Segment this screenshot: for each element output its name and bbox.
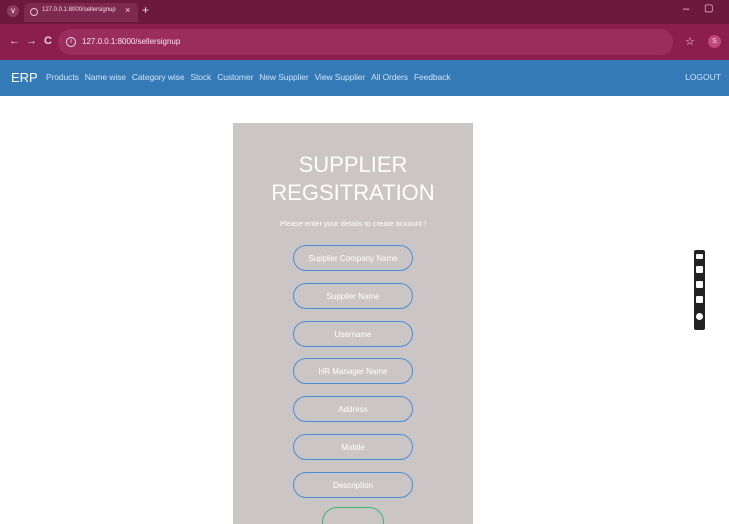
nav-link-view-supplier[interactable]: View Supplier	[315, 72, 366, 82]
camera-icon[interactable]	[696, 266, 703, 273]
minimize-button[interactable]: –	[683, 3, 689, 15]
nav-link-name-wise[interactable]: Name wise	[85, 72, 126, 82]
supplier-registration-form: SUPPLIER REGSITRATION Please enter your …	[233, 123, 473, 524]
tab-title: 127.0.0.1:8000/sellersignup	[42, 7, 116, 13]
mobile-input[interactable]	[293, 434, 413, 460]
brand-logo[interactable]: ERP	[11, 70, 38, 85]
browser-tab-strip: v 127.0.0.1:8000/sellersignup × + – ▢	[0, 0, 729, 24]
app-navbar: ERP Products Name wise Category wise Sto…	[0, 60, 729, 96]
tab-close-icon[interactable]: ×	[125, 5, 130, 15]
settings-icon[interactable]	[696, 313, 703, 320]
browser-tab[interactable]: 127.0.0.1:8000/sellersignup ×	[24, 3, 138, 22]
nav-link-new-supplier[interactable]: New Supplier	[259, 72, 308, 82]
nav-link-products[interactable]: Products	[46, 72, 79, 82]
url-text[interactable]: 127.0.0.1:8000/sellersignup	[82, 37, 180, 46]
submit-button[interactable]	[322, 507, 384, 524]
url-input[interactable]: i 127.0.0.1:8000/sellersignup	[58, 29, 673, 55]
screen-icon[interactable]	[696, 296, 703, 303]
screen-capture-toolbar	[694, 250, 705, 330]
nav-links: Products Name wise Category wise Stock C…	[46, 72, 451, 82]
nav-link-stock[interactable]: Stock	[190, 72, 211, 82]
new-tab-button[interactable]: +	[142, 3, 149, 17]
supplier-name-input[interactable]	[293, 283, 413, 309]
hr-manager-name-input[interactable]	[293, 358, 413, 384]
reload-icon[interactable]: C	[44, 35, 52, 47]
supplier-company-name-input[interactable]	[293, 245, 413, 271]
globe-icon	[30, 8, 38, 16]
bookmark-star-icon[interactable]: ☆	[685, 35, 695, 48]
profile-avatar[interactable]: S	[708, 35, 721, 48]
username-input[interactable]	[293, 321, 413, 347]
description-input[interactable]	[293, 472, 413, 498]
logout-link[interactable]: LOGOUT	[685, 72, 721, 82]
video-icon[interactable]	[696, 281, 703, 288]
restore-button[interactable]: ▢	[704, 3, 713, 14]
forward-icon[interactable]: →	[26, 35, 37, 47]
browser-address-bar: ← → C i 127.0.0.1:8000/sellersignup ☆ S	[0, 24, 729, 60]
nav-link-category-wise[interactable]: Category wise	[132, 72, 185, 82]
nav-link-all-orders[interactable]: All Orders	[371, 72, 408, 82]
nav-link-customer[interactable]: Customer	[217, 72, 253, 82]
nav-link-feedback[interactable]: Feedback	[414, 72, 451, 82]
tab-search-icon[interactable]: v	[7, 5, 19, 17]
back-icon[interactable]: ←	[9, 35, 20, 47]
address-input[interactable]	[293, 396, 413, 422]
site-info-icon[interactable]: i	[66, 37, 76, 47]
pen-icon[interactable]	[696, 254, 703, 259]
form-subtitle: Please enter your details to create acco…	[279, 219, 427, 228]
form-title: SUPPLIER REGSITRATION	[271, 152, 435, 205]
